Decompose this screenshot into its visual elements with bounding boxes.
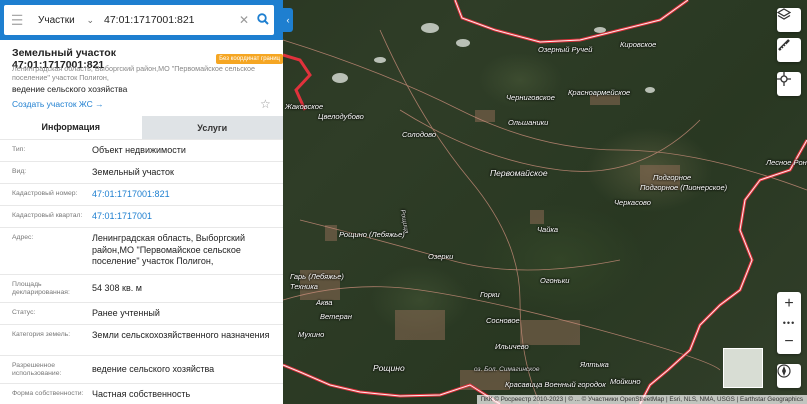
info-panel: ☰ Участки ⌄ 47:01:1717001:821 ✕ ‹ Земель… bbox=[0, 0, 293, 404]
menu-icon[interactable]: ☰ bbox=[4, 12, 30, 29]
measure-button[interactable] bbox=[777, 38, 801, 62]
table-row: Площадь декларированная: 54 308 кв. м bbox=[0, 274, 283, 302]
ruler-icon bbox=[778, 39, 790, 51]
table-row: Категория земель: Земли сельскохозяйстве… bbox=[0, 324, 283, 355]
zoom-out-button[interactable]: − bbox=[777, 330, 801, 354]
map-label: Подгорное bbox=[653, 173, 692, 182]
map-label: Озерный Ручей bbox=[538, 45, 593, 54]
layers-icon bbox=[777, 8, 791, 20]
favorite-star-icon[interactable]: ☆ bbox=[260, 97, 271, 111]
map-label: Ильичево bbox=[495, 342, 529, 351]
map-label: Черкасово bbox=[614, 198, 651, 207]
crosshair-icon bbox=[777, 72, 791, 86]
field-key: Разрешенное использование: bbox=[12, 362, 62, 377]
locate-point-button[interactable] bbox=[777, 72, 801, 96]
search-bar: ☰ Участки ⌄ 47:01:1717001:821 ✕ bbox=[0, 0, 283, 40]
field-key: Площадь декларированная: bbox=[12, 281, 70, 296]
cadastral-number-link[interactable]: 47:01:1717001:821 bbox=[92, 184, 283, 205]
field-key: Тип: bbox=[12, 146, 26, 153]
map-label: Жаковское bbox=[285, 102, 324, 111]
field-key: Кадастровый квартал: bbox=[12, 212, 83, 219]
map-label: Лесное Ронино bbox=[766, 158, 807, 167]
table-row: Вид: Земельный участок bbox=[0, 161, 283, 183]
map-label: Подгорное (Пионерское) bbox=[640, 183, 728, 192]
field-value: Земельный участок bbox=[92, 167, 174, 177]
search-input[interactable]: 47:01:1717001:821 bbox=[100, 14, 236, 26]
table-row: Адрес: Ленинградская область, Выборгский… bbox=[0, 227, 283, 274]
tab-services[interactable]: Услуги bbox=[141, 116, 283, 139]
table-row: Статус: Ранее учтенный bbox=[0, 302, 283, 324]
create-parcel-link[interactable]: Создать участок ЖС → bbox=[12, 99, 104, 109]
map-label: Ветеран bbox=[320, 312, 352, 321]
layers-button[interactable] bbox=[777, 8, 801, 32]
attributes-table: Тип: Объект недвижимости Вид: Земельный … bbox=[0, 139, 283, 404]
table-row: Форма собственности: Частная собственнос… bbox=[0, 383, 283, 404]
map-label: Аква bbox=[316, 298, 333, 307]
field-key: Адрес: bbox=[12, 234, 34, 241]
map-label: Озерки bbox=[428, 252, 454, 261]
parcel-usage: ведение сельского хозяйства bbox=[12, 84, 128, 94]
tabs: Информация Услуги bbox=[0, 116, 283, 139]
map-label: Техника bbox=[290, 282, 318, 291]
map-label: Красноармейское bbox=[568, 88, 631, 97]
map-label: Красавица Военный городок bbox=[505, 380, 606, 389]
zoom-dots-icon[interactable]: ••• bbox=[777, 316, 801, 330]
map-attribution: ПКК © Росреестр 2010-2023 | © ... © Учас… bbox=[476, 395, 807, 404]
map-label: Черниговское bbox=[506, 93, 555, 102]
tab-info[interactable]: Информация bbox=[0, 116, 142, 139]
field-key: Форма собственности: bbox=[12, 390, 84, 397]
map-label: Чайка bbox=[537, 225, 559, 234]
zoom-controls: + ••• − bbox=[777, 292, 801, 354]
map-label: Огоньки bbox=[540, 276, 570, 285]
table-row: Кадастровый номер: 47:01:1717001:821 bbox=[0, 183, 283, 205]
map-label: Мухино bbox=[298, 330, 325, 339]
map-label: Сосновое bbox=[486, 316, 520, 325]
map-label: оз. Бол. Симагинское bbox=[474, 366, 540, 373]
field-key: Кадастровый номер: bbox=[12, 190, 78, 197]
chevron-down-icon: ⌄ bbox=[86, 14, 94, 25]
table-row: Тип: Объект недвижимости bbox=[0, 139, 283, 161]
field-value: Объект недвижимости bbox=[92, 145, 186, 155]
map-label: Ольшаники bbox=[508, 118, 549, 127]
search-type-label: Участки bbox=[38, 14, 75, 26]
map-label: Рощино bbox=[373, 363, 405, 373]
map-label: Рощино (Лебяжье) bbox=[339, 230, 405, 239]
field-value: Земли сельскохозяйственного назначения bbox=[92, 330, 270, 340]
field-value: 54 308 кв. м bbox=[92, 283, 142, 293]
cadastral-quarter-link[interactable]: 47:01:1717001 bbox=[92, 206, 283, 227]
map-label: Гарь (Лебяжье) bbox=[290, 272, 344, 281]
map-label: Ялтыка bbox=[580, 360, 609, 369]
field-value: Частная собственность bbox=[92, 389, 191, 399]
map-label: Цвелодубово bbox=[318, 112, 364, 121]
field-value: Ленинградская область, Выборгский район,… bbox=[92, 233, 245, 266]
map-label: Горки bbox=[480, 290, 500, 299]
search-box: ☰ Участки ⌄ 47:01:1717001:821 ✕ bbox=[4, 5, 274, 35]
parcel-address: Ленинградская область, Выборгский район,… bbox=[12, 64, 256, 82]
clear-icon[interactable]: ✕ bbox=[236, 13, 252, 27]
map-label: Солодово bbox=[402, 130, 437, 139]
map-label: Мойкино bbox=[610, 377, 641, 386]
map-label: Кировское bbox=[620, 40, 657, 49]
compass-button[interactable] bbox=[777, 364, 801, 388]
map-label: Первомайское bbox=[490, 168, 548, 178]
compass-icon bbox=[777, 364, 791, 378]
table-row: Разрешенное использование: ведение сельс… bbox=[0, 355, 283, 383]
search-icon[interactable] bbox=[252, 12, 274, 28]
field-value: Ранее учтенный bbox=[92, 308, 160, 318]
search-type-select[interactable]: Участки ⌄ bbox=[30, 15, 100, 26]
minimap-thumbnail[interactable] bbox=[723, 348, 763, 388]
field-key: Вид: bbox=[12, 168, 27, 175]
table-row: Кадастровый квартал: 47:01:1717001 bbox=[0, 205, 283, 227]
field-key: Статус: bbox=[12, 309, 36, 316]
field-value: ведение сельского хозяйства bbox=[92, 364, 215, 374]
zoom-in-button[interactable]: + bbox=[777, 292, 801, 316]
field-key: Категория земель: bbox=[12, 331, 71, 338]
collapse-panel-button[interactable]: ‹ bbox=[283, 8, 293, 32]
status-badge: Без координат границ bbox=[216, 54, 283, 64]
